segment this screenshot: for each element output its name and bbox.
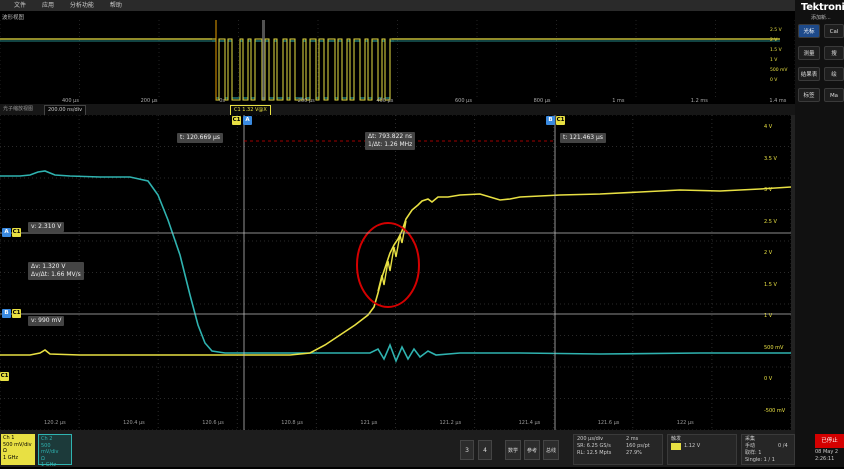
x-axis-label: 121.4 μs (518, 420, 541, 426)
y-axis-label: 2 V (764, 250, 773, 256)
label-button[interactable]: 标签 (798, 88, 820, 102)
x-axis-label: 122 μs (676, 420, 694, 426)
record-length: RL: 12.5 Mpts (577, 450, 612, 456)
x-axis-label: 121.2 μs (439, 420, 462, 426)
overview-y-label: 500 mV (770, 68, 788, 73)
ch3-button[interactable]: 3 (460, 440, 474, 460)
inv-delta-t-value: 1/Δt: 1.26 MHz (368, 141, 413, 148)
math-channel-button[interactable]: 数学 (505, 440, 521, 460)
zoom-toolbar: 光子缩放视图 200.00 ns/div C1 1.32 V@X (0, 104, 795, 116)
vertical-scrollbar[interactable] (791, 115, 795, 430)
cursor-a-channel-badge[interactable]: C1 (12, 228, 21, 237)
overview-y-label: 0 V (770, 78, 778, 83)
x-axis-label: 121.6 μs (597, 420, 620, 426)
trigger-level: 1.12 V (684, 443, 701, 449)
ch2-badge[interactable]: Ch 2 500 mV/div Ω 1 GHz (38, 434, 72, 468)
acq-mode: 手动 (745, 443, 756, 449)
horizontal-duration: 2 ms (626, 436, 639, 442)
cursor-b-channel-badge[interactable]: C1 (12, 309, 21, 318)
ch2-scale: 500 mV/div (41, 442, 59, 456)
y-axis-label: -500 mV (764, 407, 786, 414)
menu-file[interactable]: 文件 (14, 0, 26, 11)
results-table-button[interactable]: 结果表 (798, 67, 820, 81)
cursor-a-hmarker[interactable]: A (2, 228, 11, 237)
ch1-ground-marker[interactable]: C1 (0, 372, 9, 381)
acq-label: 采集 (745, 436, 756, 442)
time-per-point: 160 ps/pt (626, 443, 650, 449)
waveform-display[interactable] (0, 115, 791, 430)
cursor-b-time-readout: t: 121.463 μs (560, 133, 606, 143)
overview-y-label: 1 V (770, 58, 778, 63)
trigger-panel[interactable]: 触发 1.12 V (667, 434, 737, 465)
horizontal-scale: 200 μs/div (577, 436, 604, 442)
overview-y-label: 1.5 V (770, 48, 782, 53)
cursor-button[interactable]: 光标 (798, 24, 820, 38)
overview-y-label: 2.5 V (770, 28, 782, 33)
cursor-b-voltage-readout: v: 990 mV (28, 316, 65, 326)
trigger-source-icon (671, 443, 681, 450)
run-stop-button[interactable]: 已停止 (815, 434, 844, 448)
overview-waveform[interactable] (0, 20, 795, 104)
search-button[interactable]: 搜 (824, 46, 844, 60)
y-axis-label: 500 mV (764, 344, 784, 351)
y-axis-label: 2.5 V (764, 218, 777, 225)
delta-voltage-readout: Δv: 1.320 V Δv/Δt: 1.66 MV/s (28, 262, 84, 280)
ch1-scale: 500 mV/div (3, 441, 32, 448)
overview-y-label: 2 V (770, 38, 778, 43)
y-axis-label: 3.5 V (764, 155, 777, 162)
measure-button[interactable]: 测量 (798, 46, 820, 60)
zoom-label: 光子缩放视图 (3, 106, 34, 112)
delta-v-value: Δv: 1.320 V (31, 263, 66, 270)
x-axis-label: 120.2 μs (44, 420, 66, 426)
y-axis-label: 1.5 V (764, 281, 777, 288)
brand-logo: Tektronix (801, 2, 844, 13)
plot-button[interactable]: 绘 (824, 67, 844, 81)
ch4-button[interactable]: 4 (478, 440, 492, 460)
ch1-bandwidth: 1 GHz (3, 454, 19, 461)
cursor-a-time-readout: t: 120.669 μs (177, 133, 223, 143)
y-axis-label: 3 V (764, 187, 773, 193)
x-axis-label: 120.4 μs (123, 420, 145, 426)
cursor-a-voltage-readout: v: 2.310 V (28, 222, 65, 232)
cursor2-channel-badge[interactable]: C1 (556, 116, 565, 125)
delta-t-value: Δt: 793.822 ns (368, 133, 413, 140)
ch1-badge[interactable]: Ch 1 500 mV/div Ω 1 GHz (1, 434, 35, 465)
add-new-label[interactable]: 添加新... (811, 14, 831, 21)
time-label: 2:26:11 (815, 456, 835, 462)
bus-button[interactable]: 总线 (543, 440, 559, 460)
cursor-a-marker[interactable]: A (243, 116, 252, 125)
menu-help[interactable]: 帮助 (110, 0, 122, 11)
trigger-label: 触发 (671, 436, 682, 442)
slew-rate-value: Δv/Δt: 1.66 MV/s (31, 271, 81, 278)
x-axis-label: 120.6 μs (202, 420, 224, 426)
cursor-b-hmarker[interactable]: B (2, 309, 11, 318)
delta-time-readout: Δt: 793.822 ns 1/Δt: 1.26 MHz (365, 132, 416, 150)
acquisition-panel[interactable]: 采集 手动 取样: 1 Single: 1 / 1 0 /4 (741, 434, 795, 465)
math-button[interactable]: Ma (824, 88, 844, 102)
cal-button[interactable]: Cal (824, 24, 844, 38)
acq-sample: 取样: 1 (745, 450, 762, 456)
ref-button[interactable]: 参考 (524, 440, 540, 460)
y-axis-label: 1 V (764, 313, 773, 319)
menu-analysis[interactable]: 分析功能 (70, 0, 94, 11)
acq-single: Single: 1 / 1 (745, 457, 775, 463)
cursor-b-marker[interactable]: B (546, 116, 555, 125)
horizontal-settings-panel[interactable]: 200 μs/div SR: 6.25 GS/s RL: 12.5 Mpts 2… (573, 434, 663, 465)
y-axis-label: 0 V (764, 376, 773, 382)
x-axis-label: 120.8 μs (281, 420, 303, 426)
menu-bar: 文件 应用 分析功能 帮助 (0, 0, 795, 11)
y-axis-label: 4 V (764, 124, 773, 130)
sample-rate: SR: 6.25 GS/s (577, 443, 611, 449)
x-axis-label: 121 μs (360, 420, 378, 426)
date-label: 08 May 2 (815, 449, 839, 455)
trigger-position: 27.9% (626, 450, 642, 456)
menu-apps[interactable]: 应用 (42, 0, 54, 11)
ch2-bandwidth: 1 GHz (41, 462, 57, 468)
date-time-display: 08 May 2 2:26:11 (815, 449, 844, 463)
cursor1-channel-badge[interactable]: C1 (232, 116, 241, 125)
acq-count: 0 /4 (778, 443, 788, 449)
